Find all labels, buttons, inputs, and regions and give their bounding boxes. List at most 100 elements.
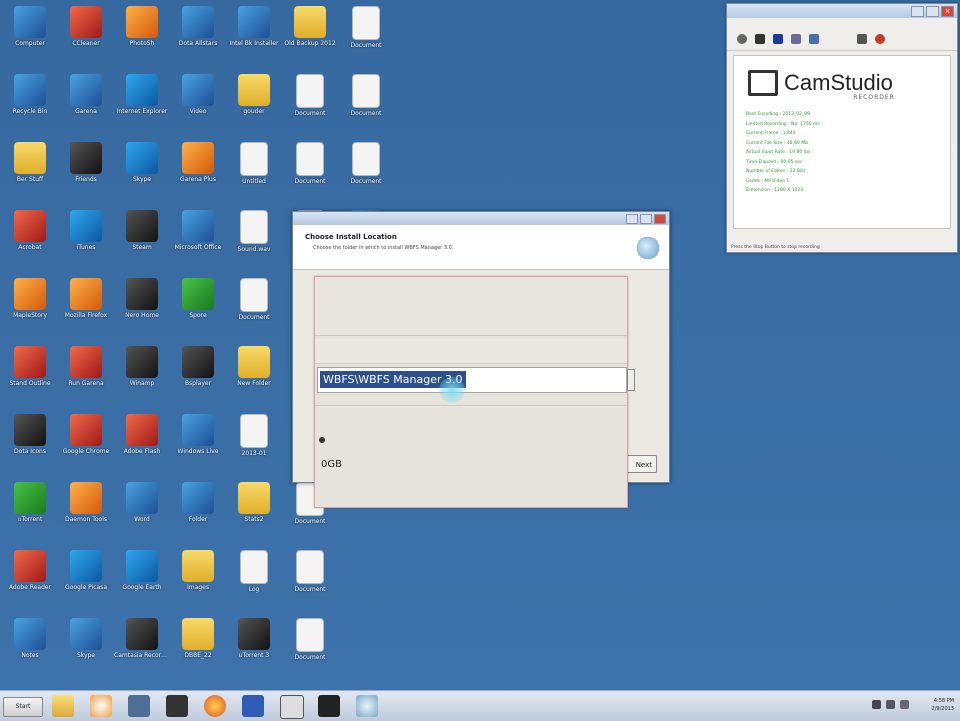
application-icon <box>14 482 46 514</box>
desktop-icon[interactable]: Old Backup 2012 <box>282 2 338 66</box>
desktop-icon[interactable]: uTorrent <box>2 478 58 542</box>
desktop-icon[interactable]: Microsoft Office <box>170 206 226 270</box>
field-scrollbar[interactable] <box>627 369 635 391</box>
desktop-icon[interactable]: Google Picasa <box>58 546 114 610</box>
taskbar-app-icon[interactable] <box>166 695 188 717</box>
stat-line: Number of Colors : 32 Bits <box>746 169 806 174</box>
start-button[interactable]: Start <box>3 697 43 717</box>
desktop-icon[interactable]: MapleStory <box>2 274 58 338</box>
annotation-icon[interactable] <box>857 34 867 44</box>
desktop-icon[interactable]: Dota Allstars <box>170 2 226 66</box>
desktop-icon-label: Bsplayer <box>184 380 212 387</box>
desktop-icon[interactable]: Acrobat <box>2 206 58 270</box>
stop-icon[interactable] <box>773 34 783 44</box>
desktop-icon[interactable]: Friends <box>58 138 114 202</box>
taskbar-app-icon[interactable] <box>280 695 304 719</box>
desktop-icon[interactable]: Images <box>170 546 226 610</box>
desktop-icon[interactable]: uTorrent 3 <box>226 614 282 678</box>
desktop-icon[interactable]: gouder <box>226 70 282 134</box>
minimize-icon[interactable] <box>626 213 638 224</box>
clock[interactable]: 4:58 PM 2/9/2013 <box>932 697 954 713</box>
desktop-icon[interactable]: Untitled <box>226 138 282 202</box>
pause-icon[interactable] <box>755 34 765 44</box>
minimize-icon[interactable] <box>911 5 924 17</box>
desktop-icon[interactable]: Ber Stuff <box>2 138 58 202</box>
desktop-icon[interactable]: Stand Outline <box>2 342 58 406</box>
tray-app-icon[interactable] <box>900 700 909 709</box>
desktop-icon[interactable]: New Folder <box>226 342 282 406</box>
desktop-icon[interactable]: Run Garena <box>58 342 114 406</box>
desktop-icon[interactable]: Adobe Reader <box>2 546 58 610</box>
desktop-icon[interactable]: DBBE_22 <box>170 614 226 678</box>
desktop-icon-label: Folder <box>188 516 208 523</box>
desktop-icon[interactable]: Mozilla Firefox <box>58 274 114 338</box>
tray-network-icon[interactable] <box>872 700 881 709</box>
desktop-icon[interactable]: PhotoSh <box>114 2 170 66</box>
desktop-icon[interactable]: Google Chrome <box>58 410 114 474</box>
region-icon[interactable] <box>791 34 801 44</box>
folder-icon <box>14 142 46 174</box>
taskbar-app-icon[interactable] <box>128 695 150 717</box>
desktop-icon[interactable]: Daemon Tools <box>58 478 114 542</box>
desktop-icon[interactable]: Video <box>170 70 226 134</box>
desktop-icon-label: Adobe Reader <box>8 584 52 591</box>
desktop-icon[interactable]: Document <box>338 138 394 202</box>
desktop-icon[interactable]: Intel Bk Installer <box>226 2 282 66</box>
close-icon[interactable]: × <box>941 5 954 17</box>
desktop-icon[interactable]: Nero Home <box>114 274 170 338</box>
desktop-icon[interactable]: Camtasia Recorder <box>114 614 170 678</box>
taskbar: Start 4:58 PM 2/9/2013 <box>0 690 960 721</box>
desktop-icon[interactable]: Document <box>282 614 338 678</box>
desktop-icon[interactable]: iTunes <box>58 206 114 270</box>
desktop-icon[interactable]: Folder <box>170 478 226 542</box>
desktop-icon[interactable]: Garena Plus <box>170 138 226 202</box>
tray-volume-icon[interactable] <box>886 700 895 709</box>
desktop-icon[interactable]: Google Earth <box>114 546 170 610</box>
desktop-icon[interactable]: 2013-01 <box>226 410 282 474</box>
desktop-icon[interactable]: Document <box>338 2 394 66</box>
taskbar-explorer-icon[interactable] <box>52 695 74 717</box>
desktop-icon[interactable]: Document <box>338 70 394 134</box>
camstudio-window[interactable]: × CamStudio RECORDER Best Encoding : 201… <box>726 3 958 253</box>
installer-titlebar[interactable] <box>293 212 669 225</box>
application-icon <box>70 142 102 174</box>
camstudio-titlebar[interactable]: × <box>727 4 957 18</box>
taskbar-firefox-icon[interactable] <box>204 695 226 717</box>
desktop-icon[interactable]: Winamp <box>114 342 170 406</box>
desktop-icon[interactable]: Garena <box>58 70 114 134</box>
desktop-icon[interactable]: Document <box>226 274 282 338</box>
options-icon[interactable] <box>809 34 819 44</box>
maximize-icon[interactable] <box>926 5 939 17</box>
taskbar-installer-icon[interactable] <box>356 695 378 717</box>
effects-icon[interactable] <box>875 34 885 44</box>
desktop-icon[interactable]: Document <box>282 546 338 610</box>
desktop-icon[interactable]: Steam <box>114 206 170 270</box>
desktop-icon[interactable]: Bsplayer <box>170 342 226 406</box>
desktop-icon[interactable]: Skype <box>114 138 170 202</box>
desktop-icon[interactable]: CCleaner <box>58 2 114 66</box>
desktop-icon[interactable]: Recycle Bin <box>2 70 58 134</box>
maximize-icon[interactable] <box>640 213 652 224</box>
desktop-icon[interactable]: Sound.wav <box>226 206 282 270</box>
desktop-icon[interactable]: Stats2 <box>226 478 282 542</box>
desktop-icon[interactable]: Computer <box>2 2 58 66</box>
taskbar-app-icon[interactable] <box>318 695 340 717</box>
desktop-icon[interactable]: Spore <box>170 274 226 338</box>
taskbar-app-icon[interactable] <box>242 695 264 717</box>
zoom-band-mid <box>315 339 627 364</box>
desktop-icon[interactable]: Internet Explorer <box>114 70 170 134</box>
desktop-icon[interactable]: Notes <box>2 614 58 678</box>
desktop-icon[interactable]: Skype <box>58 614 114 678</box>
desktop-icon[interactable]: Document <box>282 70 338 134</box>
desktop-icon[interactable]: Word <box>114 478 170 542</box>
taskbar-media-icon[interactable] <box>90 695 112 717</box>
destination-folder-input[interactable]: WBFS\WBFS Manager 3.0 <box>317 367 627 393</box>
desktop-icon[interactable]: Document <box>282 138 338 202</box>
desktop-icon[interactable]: Windows Live <box>170 410 226 474</box>
desktop-icon[interactable]: Dota Icons <box>2 410 58 474</box>
desktop-icon[interactable]: Adobe Flash <box>114 410 170 474</box>
desktop-icon-label: Skype <box>76 652 96 659</box>
desktop-icon[interactable]: Log <box>226 546 282 610</box>
record-icon[interactable] <box>737 34 747 44</box>
close-icon[interactable] <box>654 213 666 224</box>
